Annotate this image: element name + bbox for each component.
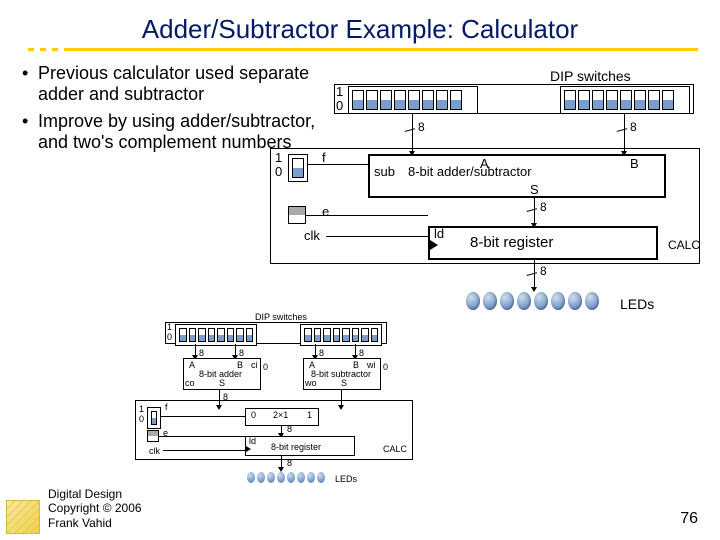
footer-line: Digital Design: [48, 487, 142, 501]
bit-0: 0: [275, 164, 282, 179]
label-A: A: [189, 360, 195, 370]
footer-line: Frank Vahid: [48, 516, 142, 530]
mux-label: 2×1: [273, 410, 288, 420]
bullet-item: Previous calculator used separate adder …: [22, 63, 322, 105]
bit-0: 0: [167, 332, 172, 342]
dip-switch-b: [560, 86, 690, 114]
label-clk: clk: [304, 228, 320, 243]
clock-triangle-icon: [430, 240, 438, 250]
bus-8: 8: [319, 348, 324, 358]
page-number: 76: [680, 510, 698, 528]
label-reg: 8-bit register: [271, 442, 321, 452]
dip-label: DIP switches: [550, 68, 631, 84]
label-ld: ld: [434, 226, 444, 241]
bus-8: 8: [630, 120, 637, 134]
label-calc: CALC: [383, 444, 407, 454]
led-row-small: [247, 472, 325, 483]
footer: Digital Design Copyright © 2006 Frank Va…: [48, 487, 142, 530]
label-leds: LEDs: [620, 296, 654, 312]
label-co: co: [185, 378, 195, 388]
dip-label-small: DIP switches: [255, 312, 307, 322]
bit-1: 1: [275, 150, 282, 165]
bus-8: 8: [359, 348, 364, 358]
label-S: S: [219, 378, 225, 388]
bit-0: 0: [336, 98, 343, 113]
label-S: S: [341, 378, 347, 388]
label-wo: wo: [305, 378, 317, 388]
zero-in: 0: [383, 362, 388, 372]
zero-in: 0: [263, 362, 268, 372]
corner-decoration: [6, 500, 40, 534]
bus-8: 8: [287, 424, 292, 434]
diagram-improved: DIP switches 1 0 / 8 / 8 1 0 f A B sub 8…: [330, 68, 700, 318]
dip-switch-b-small: [300, 324, 382, 346]
bit-1: 1: [139, 404, 144, 414]
e-switch-small: [147, 430, 159, 442]
led-row: [466, 292, 599, 310]
bus-8: 8: [287, 458, 292, 468]
label-leds: LEDs: [335, 474, 357, 484]
f-switch: [288, 154, 308, 182]
label-ld: ld: [249, 436, 256, 446]
label-e: e: [322, 204, 329, 219]
diagram-previous: DIP switches 1 0 8 8 8 8 A B ci 8-bit ad…: [155, 312, 460, 492]
label-f: f: [322, 150, 326, 165]
label-B: B: [630, 156, 639, 171]
label-S: S: [530, 182, 539, 197]
bit-1: 1: [336, 84, 343, 99]
e-switch: [288, 206, 306, 224]
bit-1: 1: [167, 322, 172, 332]
label-calc: CALC: [668, 238, 700, 252]
label-sub: sub: [374, 164, 395, 179]
bus-8: 8: [540, 264, 547, 278]
bus-8: 8: [223, 392, 228, 402]
bus-8: 8: [199, 348, 204, 358]
mux-1: 1: [307, 410, 312, 420]
dip-switch-a-small: [175, 324, 257, 346]
bullet-item: Improve by using adder/subtractor, and t…: [22, 111, 322, 153]
bullet-list: Previous calculator used separate adder …: [22, 63, 322, 153]
label-f: f: [165, 402, 168, 412]
clock-triangle-icon: [246, 446, 251, 452]
bit-0: 0: [139, 414, 144, 424]
label-addsub: 8-bit adder/subtractor: [408, 164, 532, 179]
label-ci: ci: [251, 360, 258, 370]
slide-title: Adder/Subtractor Example: Calculator: [0, 0, 720, 45]
footer-line: Copyright © 2006: [48, 501, 142, 515]
mux-0: 0: [251, 410, 256, 420]
label-clk: clk: [149, 446, 160, 456]
label-reg: 8-bit register: [470, 234, 553, 251]
bus-8: 8: [418, 120, 425, 134]
bus-8: 8: [239, 348, 244, 358]
f-switch-small: [147, 407, 161, 429]
dip-switch-a: [348, 86, 478, 114]
bus-8: 8: [540, 200, 547, 214]
